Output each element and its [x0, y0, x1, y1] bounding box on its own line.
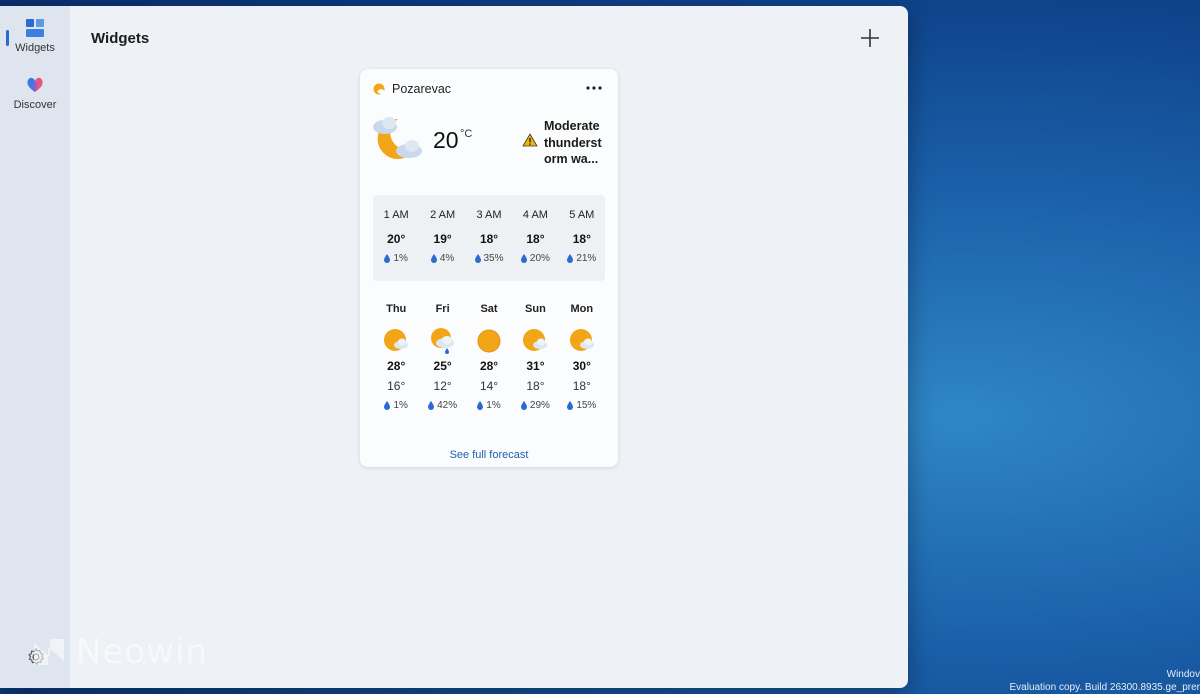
hour-precip: 21% [567, 253, 596, 264]
precip-value: 42% [437, 400, 458, 411]
page-title: Widgets [91, 30, 150, 47]
raindrop-icon [384, 401, 391, 410]
daily-item: Sat 28° 14° 1% [466, 303, 512, 411]
raindrop-icon [567, 254, 574, 263]
hourly-item: 4 AM 18° 20% [512, 195, 558, 281]
widgets-icon [26, 19, 44, 37]
rail-item-discover[interactable]: Discover [4, 69, 66, 121]
daily-forecast: Thu 28° 16° 1% Fri 25° 12° 42% Sat 28° 1… [373, 303, 605, 411]
daily-item: Fri 25° 12° 42% [419, 303, 465, 411]
hour-temp: 19° [433, 232, 452, 246]
sunny-icon [477, 329, 501, 353]
day-name: Sat [480, 303, 498, 315]
day-low: 16° [387, 379, 406, 393]
desktop-watermark: Windov Evaluation copy. Build 26300.8935… [1009, 668, 1200, 694]
raindrop-icon [567, 401, 574, 410]
raindrop-icon [430, 254, 437, 263]
day-low: 18° [572, 379, 591, 393]
settings-gear-icon[interactable] [25, 646, 47, 668]
raindrop-icon [474, 254, 481, 263]
hour-time: 4 AM [522, 209, 548, 221]
warning-icon [522, 133, 538, 147]
raindrop-icon [384, 254, 391, 263]
moon-cloudy-icon [373, 117, 422, 159]
hourly-item: 5 AM 18° 21% [559, 195, 605, 281]
day-name: Fri [435, 303, 450, 315]
more-options-icon[interactable] [584, 83, 604, 93]
precip-value: 4% [439, 253, 455, 264]
windows-label: Windov [1166, 669, 1200, 680]
raindrop-icon [520, 401, 527, 410]
raindrop-icon [520, 254, 527, 263]
hour-precip: 20% [520, 253, 550, 264]
hourly-item: 3 AM 18° 35% [466, 195, 512, 281]
precip-value: 1% [393, 400, 408, 411]
hour-time: 3 AM [476, 209, 502, 221]
widgets-panel: Widgets Discover Neowin Widgets Pozareva… [0, 6, 908, 688]
temperature-unit: °C [460, 128, 473, 140]
hour-temp: 18° [572, 232, 591, 246]
day-precip: 1% [477, 400, 501, 411]
day-name: Thu [386, 303, 407, 315]
evaluation-copy-label: Evaluation copy. Build 26300.8935.ge_pre… [1009, 682, 1200, 693]
precip-value: 20% [529, 253, 550, 264]
precip-value: 29% [529, 400, 550, 411]
discover-icon [27, 77, 43, 92]
partly-cloudy-icon [384, 329, 409, 351]
rail-item-widgets[interactable]: Widgets [4, 12, 66, 64]
rail-item-label: Discover [13, 99, 57, 111]
hourly-forecast: 1 AM 20° 1% 2 AM 19° 4% 3 AM 18° 35% 4 A… [373, 195, 605, 281]
precip-value: 1% [486, 400, 501, 411]
precip-value: 1% [393, 253, 408, 264]
current-temperature: 20 [433, 127, 459, 153]
day-precip: 29% [520, 400, 550, 411]
day-low: 18° [526, 379, 545, 393]
hour-time: 1 AM [383, 209, 409, 221]
hour-temp: 18° [526, 232, 545, 246]
cloudy-rain-icon [430, 328, 454, 354]
raindrop-icon [477, 401, 484, 410]
see-full-forecast-link[interactable]: See full forecast [360, 449, 618, 461]
daily-item: Thu 28° 16° 1% [373, 303, 419, 411]
hourly-item: 2 AM 19° 4% [419, 195, 465, 281]
hour-precip: 4% [430, 253, 455, 264]
watermark-text: Neowin [76, 632, 208, 672]
hourly-item: 1 AM 20° 1% [373, 195, 419, 281]
daily-item: Sun 31° 18° 29% [512, 303, 558, 411]
precip-value: 21% [576, 253, 597, 264]
partly-cloudy-small-icon [373, 83, 385, 95]
day-precip: 1% [384, 400, 408, 411]
rail-item-label: Widgets [15, 42, 55, 54]
hour-time: 5 AM [569, 209, 595, 221]
hour-time: 2 AM [430, 209, 456, 221]
precip-value: 15% [576, 400, 597, 411]
day-high: 28° [479, 359, 499, 373]
location-name: Pozarevac [392, 82, 452, 96]
hour-precip: 1% [384, 253, 408, 264]
weather-widget[interactable]: Pozarevac 20 °C Moderate thunderstorm wa… [360, 69, 618, 467]
day-name: Mon [570, 303, 594, 315]
nav-rail: Widgets Discover [0, 6, 70, 688]
day-high: 30° [572, 359, 591, 373]
hour-precip: 35% [474, 253, 504, 264]
day-precip: 15% [567, 400, 596, 411]
day-high: 28° [387, 359, 406, 373]
day-high: 31° [526, 359, 545, 373]
hour-temp: 18° [479, 232, 499, 246]
day-low: 12° [433, 379, 452, 393]
day-high: 25° [433, 359, 452, 373]
day-low: 14° [479, 379, 499, 393]
daily-item: Mon 30° 18° 15% [559, 303, 605, 411]
day-name: Sun [525, 303, 546, 315]
weather-location[interactable]: Pozarevac [372, 82, 451, 96]
day-precip: 42% [428, 400, 457, 411]
hour-temp: 20° [387, 232, 406, 246]
weather-alert[interactable]: Moderate thunderstorm wa... [544, 118, 606, 168]
precip-value: 35% [483, 253, 504, 264]
add-widget-button[interactable] [858, 26, 882, 50]
partly-cloudy-icon [523, 329, 548, 351]
partly-cloudy-icon [569, 329, 594, 351]
raindrop-icon [428, 401, 435, 410]
